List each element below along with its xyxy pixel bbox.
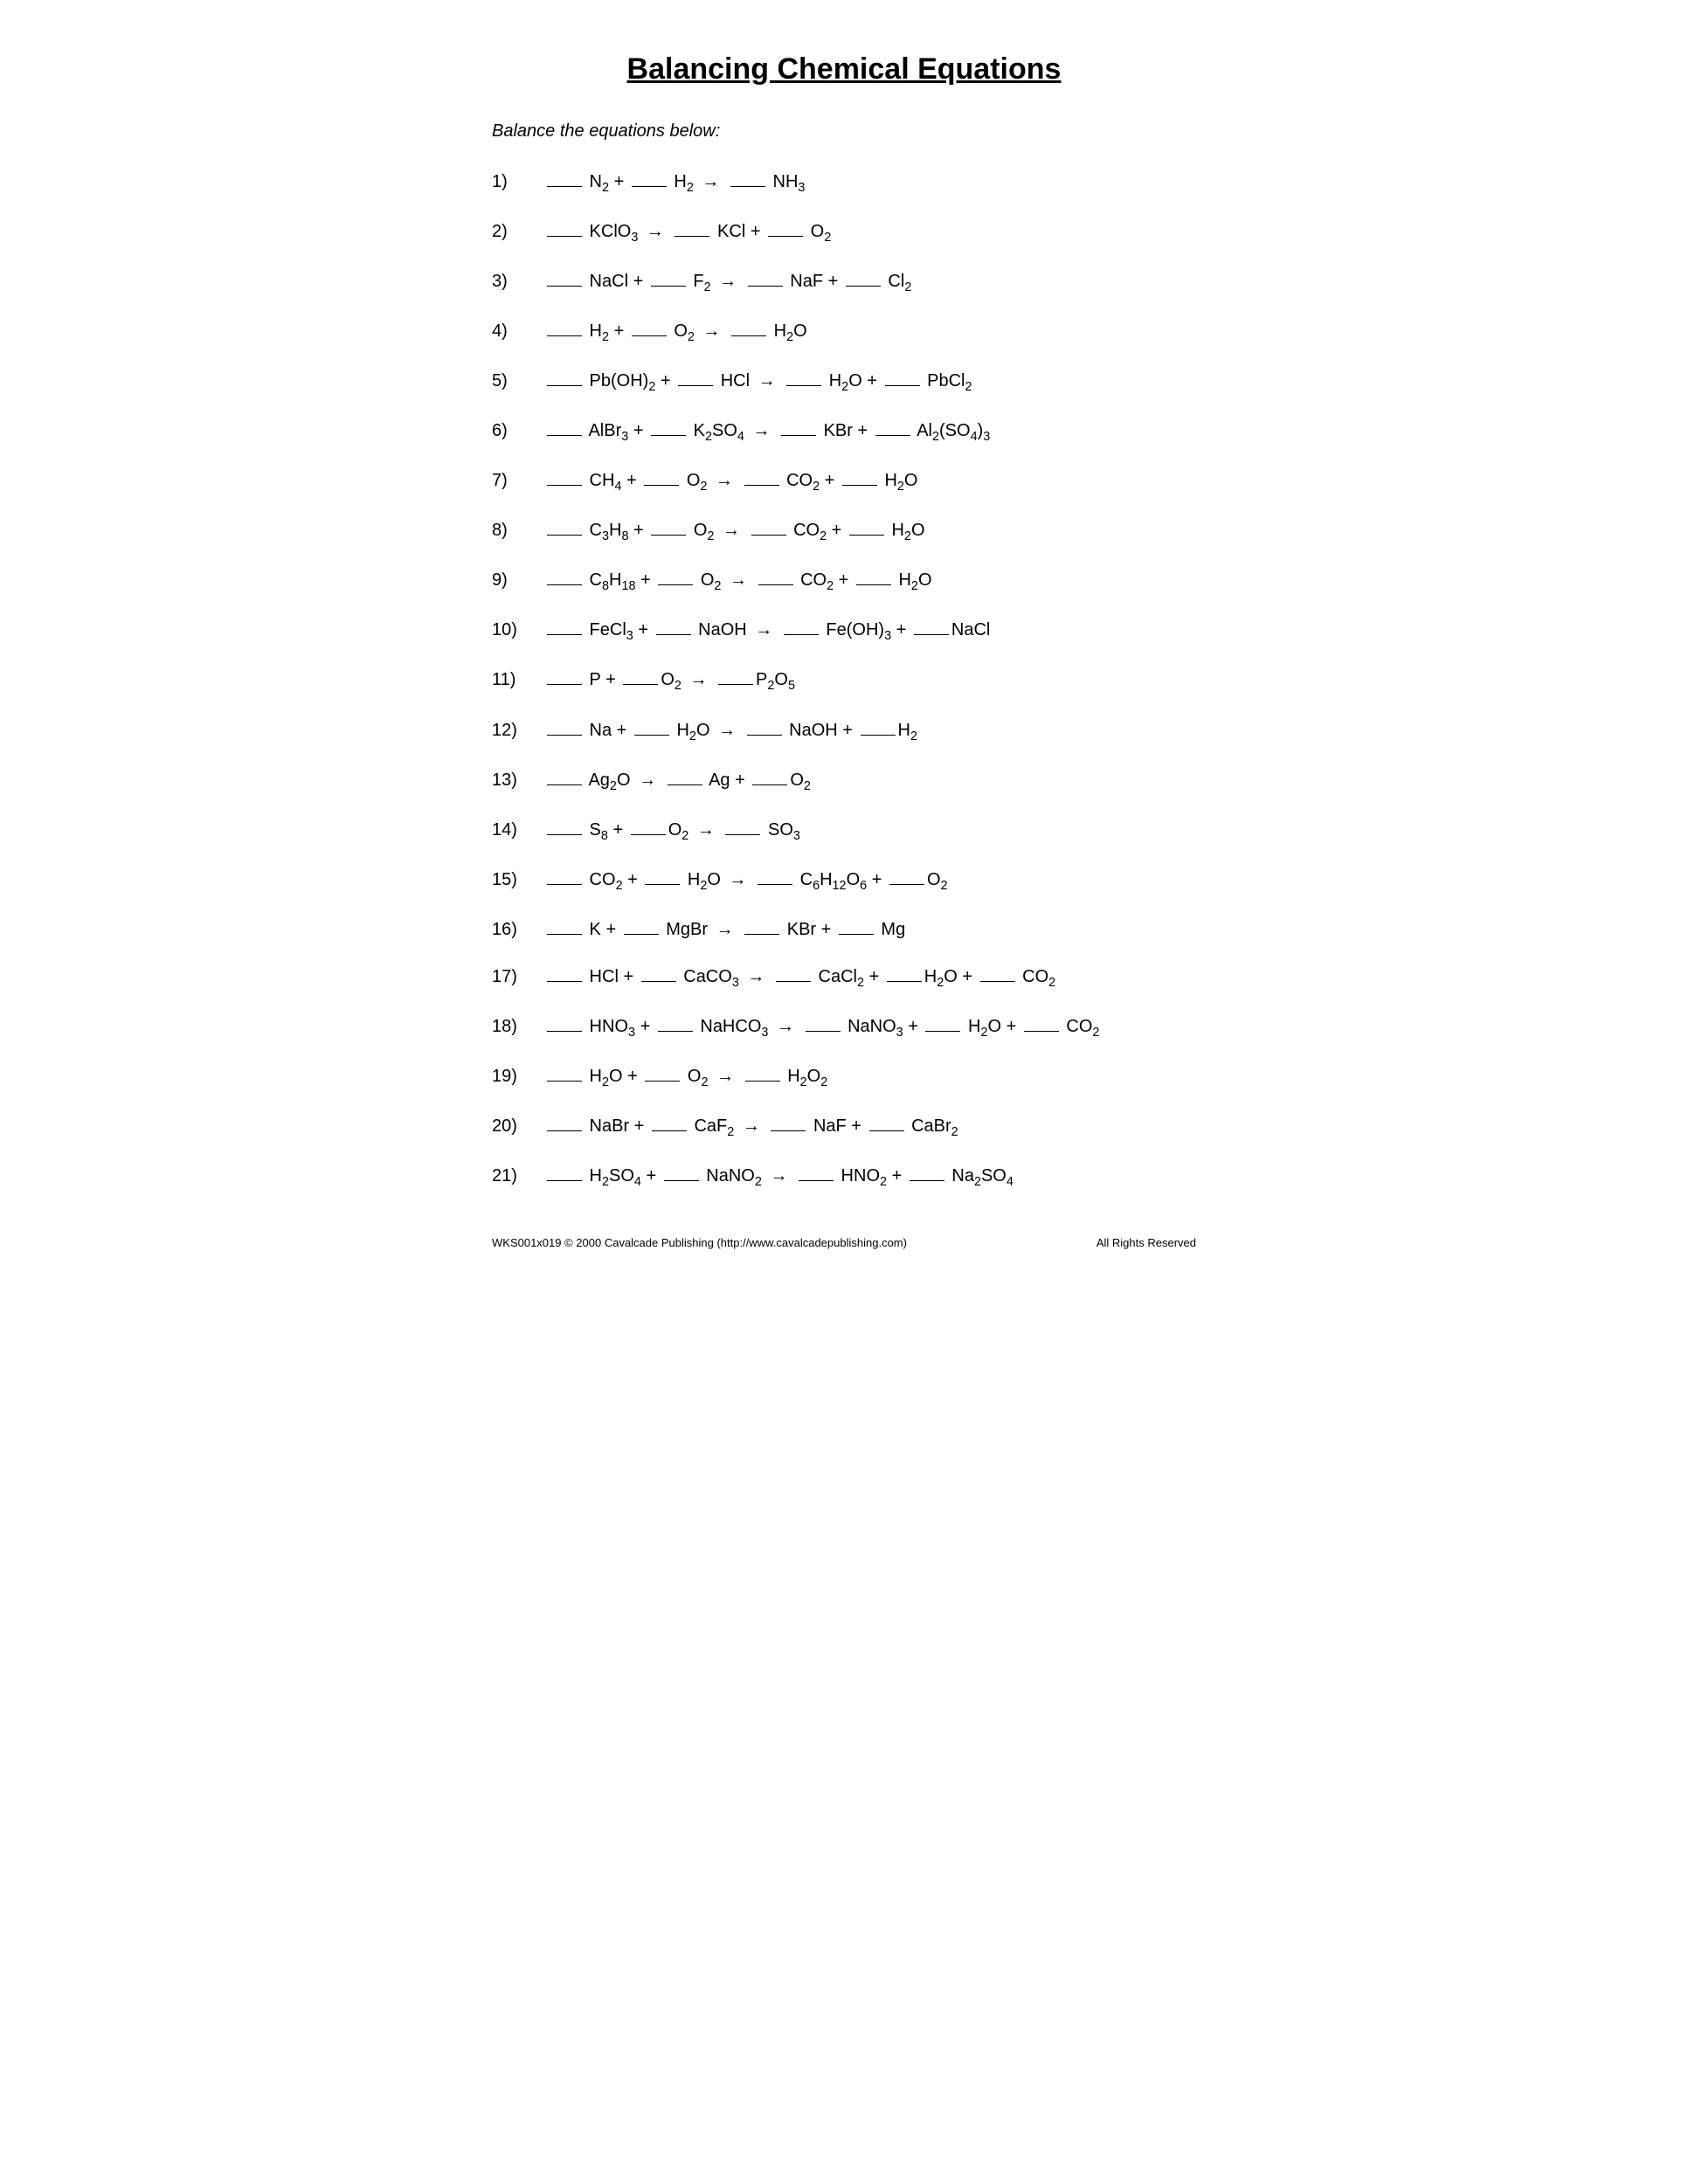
equation-content: CO2 + H2O → C6H12O6 + O2 (544, 866, 1196, 896)
equation-number: 10) (492, 616, 544, 644)
equation-item: 4) H2 + O2 → H2O (492, 317, 1196, 348)
equation-content: H2O + O2 → H2O2 (544, 1062, 1196, 1093)
equation-content: Na + H2O → NaOH + H2 (544, 716, 1196, 747)
equation-content: HNO3 + NaHCO3 → NaNO3 + H2O + CO2 (544, 1013, 1196, 1043)
equation-number: 11) (492, 666, 544, 694)
equation-number: 7) (492, 467, 544, 494)
equation-content: AlBr3 + K2SO4 → KBr + Al2(SO4)3 (544, 417, 1196, 447)
footer-right: All Rights Reserved (1097, 1236, 1196, 1249)
equation-item: 18) HNO3 + NaHCO3 → NaNO3 + H2O + CO2 (492, 1013, 1196, 1043)
equation-item: 16) K + MgBr → KBr + Mg (492, 916, 1196, 943)
equation-number: 12) (492, 716, 544, 744)
equation-number: 14) (492, 816, 544, 844)
equation-item: 20) NaBr + CaF2 → NaF + CaBr2 (492, 1112, 1196, 1143)
equation-content: K + MgBr → KBr + Mg (544, 916, 1196, 943)
equation-item: 21) H2SO4 + NaNO2 → HNO2 + Na2SO4 (492, 1162, 1196, 1192)
equation-item: 13) Ag2O → Ag + O2 (492, 766, 1196, 797)
equation-number: 17) (492, 963, 544, 991)
equation-content: N2 + H2 → NH3 (544, 168, 1196, 198)
equation-item: 11) P + O2 → P2O5 (492, 666, 1196, 696)
equation-item: 14) S8 + O2 → SO3 (492, 816, 1196, 847)
equation-item: 3) NaCl + F2 → NaF + Cl2 (492, 267, 1196, 298)
equation-number: 2) (492, 218, 544, 245)
equation-content: H2 + O2 → H2O (544, 317, 1196, 348)
equation-item: 7) CH4 + O2 → CO2 + H2O (492, 467, 1196, 497)
equation-content: C3H8 + O2 → CO2 + H2O (544, 516, 1196, 547)
equation-item: 1) N2 + H2 → NH3 (492, 168, 1196, 198)
equation-item: 19) H2O + O2 → H2O2 (492, 1062, 1196, 1093)
page-title: Balancing Chemical Equations (492, 52, 1196, 86)
equation-content: S8 + O2 → SO3 (544, 816, 1196, 847)
equation-item: 2) KClO3 → KCl + O2 (492, 218, 1196, 248)
equation-content: P + O2 → P2O5 (544, 666, 1196, 696)
equation-item: 15) CO2 + H2O → C6H12O6 + O2 (492, 866, 1196, 896)
equation-number: 16) (492, 916, 544, 943)
equation-number: 19) (492, 1062, 544, 1090)
equation-number: 3) (492, 267, 544, 295)
equation-content: CH4 + O2 → CO2 + H2O (544, 467, 1196, 497)
equation-item: 12) Na + H2O → NaOH + H2 (492, 716, 1196, 747)
equation-number: 5) (492, 367, 544, 395)
equation-item: 10) FeCl3 + NaOH → Fe(OH)3 + NaCl (492, 616, 1196, 646)
equation-content: FeCl3 + NaOH → Fe(OH)3 + NaCl (544, 616, 1196, 646)
equations-list: 1) N2 + H2 → NH32) KClO3 → KCl + O23) Na… (492, 168, 1196, 1192)
equation-number: 13) (492, 766, 544, 794)
equation-item: 9) C8H18 + O2 → CO2 + H2O (492, 566, 1196, 597)
equation-content: KClO3 → KCl + O2 (544, 218, 1196, 248)
equation-content: Pb(OH)2 + HCl → H2O + PbCl2 (544, 367, 1196, 397)
equation-content: Ag2O → Ag + O2 (544, 766, 1196, 797)
subtitle: Balance the equations below: (492, 121, 1196, 142)
equation-content: NaCl + F2 → NaF + Cl2 (544, 267, 1196, 298)
equation-item: 5) Pb(OH)2 + HCl → H2O + PbCl2 (492, 367, 1196, 397)
equation-number: 9) (492, 566, 544, 594)
equation-item: 8) C3H8 + O2 → CO2 + H2O (492, 516, 1196, 547)
equation-number: 4) (492, 317, 544, 345)
equation-content: HCl + CaCO3 → CaCl2 + H2O + CO2 (544, 963, 1196, 993)
equation-number: 18) (492, 1013, 544, 1040)
equation-content: NaBr + CaF2 → NaF + CaBr2 (544, 1112, 1196, 1143)
footer: WKS001x019 © 2000 Cavalcade Publishing (… (492, 1236, 1196, 1249)
equation-content: C8H18 + O2 → CO2 + H2O (544, 566, 1196, 597)
equation-number: 6) (492, 417, 544, 445)
equation-number: 8) (492, 516, 544, 544)
equation-content: H2SO4 + NaNO2 → HNO2 + Na2SO4 (544, 1162, 1196, 1192)
equation-number: 20) (492, 1112, 544, 1140)
equation-number: 15) (492, 866, 544, 894)
equation-number: 1) (492, 168, 544, 196)
equation-number: 21) (492, 1162, 544, 1190)
equation-item: 17) HCl + CaCO3 → CaCl2 + H2O + CO2 (492, 963, 1196, 993)
equation-item: 6) AlBr3 + K2SO4 → KBr + Al2(SO4)3 (492, 417, 1196, 447)
footer-left: WKS001x019 © 2000 Cavalcade Publishing (… (492, 1236, 907, 1249)
